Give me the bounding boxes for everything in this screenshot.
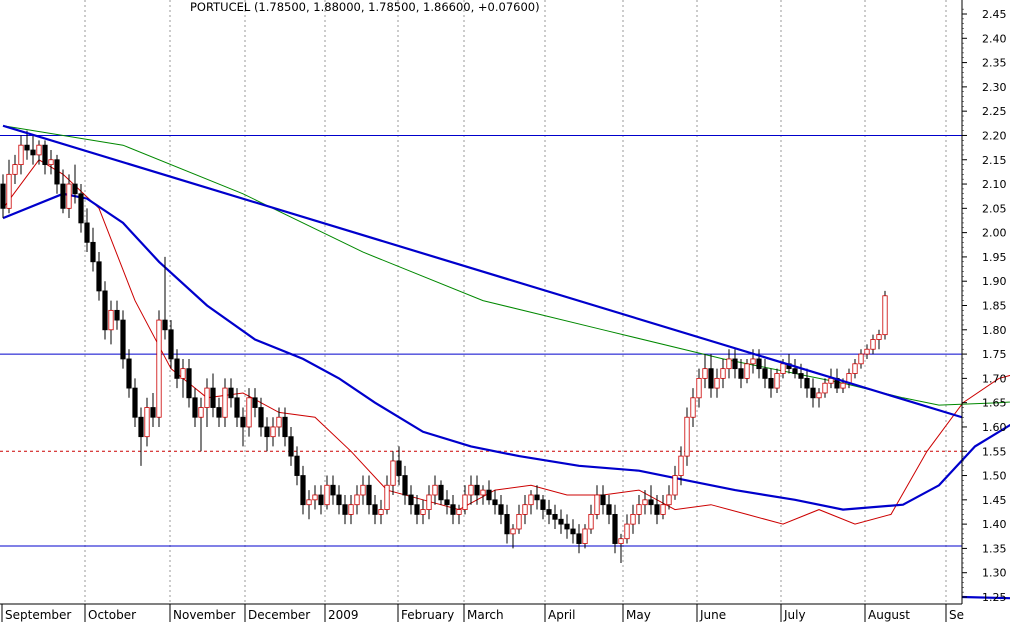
chart-title: PORTUCEL (1.78500, 1.88000, 1.78500, 1.8…: [190, 0, 540, 14]
candle: [882, 290, 888, 340]
y-tick-label: 1.75: [982, 348, 1007, 361]
x-tick-label: February: [401, 608, 454, 622]
y-tick-label: 2.45: [982, 8, 1007, 21]
y-tick-label: 2.40: [982, 32, 1007, 45]
x-tick-label: December: [248, 608, 310, 622]
x-tick-label: April: [548, 608, 575, 622]
x-tick-label: July: [783, 608, 806, 622]
x-tick-label: May: [626, 608, 651, 622]
y-tick-label: 1.55: [982, 445, 1007, 458]
y-tick-label: 1.65: [982, 397, 1007, 410]
y-tick-label: 2.00: [982, 227, 1007, 240]
x-tick-label: June: [699, 608, 726, 622]
y-tick-label: 1.30: [982, 567, 1007, 580]
y-tick-label: 1.50: [982, 470, 1007, 483]
x-tick-label: October: [88, 608, 136, 622]
x-tick-label: November: [173, 608, 235, 622]
y-tick-label: 1.45: [982, 494, 1007, 507]
y-tick-label: 1.85: [982, 300, 1007, 313]
y-tick-label: 2.35: [982, 57, 1007, 70]
y-tick-label: 2.25: [982, 105, 1007, 118]
y-tick-label: 1.25: [982, 591, 1007, 604]
x-tick-label: September: [5, 608, 71, 622]
y-tick-label: 1.80: [982, 324, 1007, 337]
y-tick-label: 1.95: [982, 251, 1007, 264]
y-tick-label: 2.15: [982, 154, 1007, 167]
x-tick-label: March: [467, 608, 504, 622]
y-tick-label: 2.05: [982, 202, 1007, 215]
candlestick-chart: 2.45 2.40 2.35 2.30 2.25 2.20 2.15 2.10 2.05 2.00…: [0, 0, 1010, 622]
y-tick-label: 1.70: [982, 372, 1007, 385]
x-tick-label: Se: [949, 608, 964, 622]
x-tick-label: 2009: [328, 608, 359, 622]
y-tick-label: 1.60: [982, 421, 1007, 434]
candle: [156, 310, 162, 427]
y-tick-label: 2.30: [982, 81, 1007, 94]
x-tick-label: August: [868, 608, 910, 622]
y-tick-label: 2.20: [982, 129, 1007, 142]
y-tick-label: 1.40: [982, 518, 1007, 531]
y-tick-label: 2.10: [982, 178, 1007, 191]
y-tick-label: 1.35: [982, 542, 1007, 555]
y-tick-label: 1.90: [982, 275, 1007, 288]
